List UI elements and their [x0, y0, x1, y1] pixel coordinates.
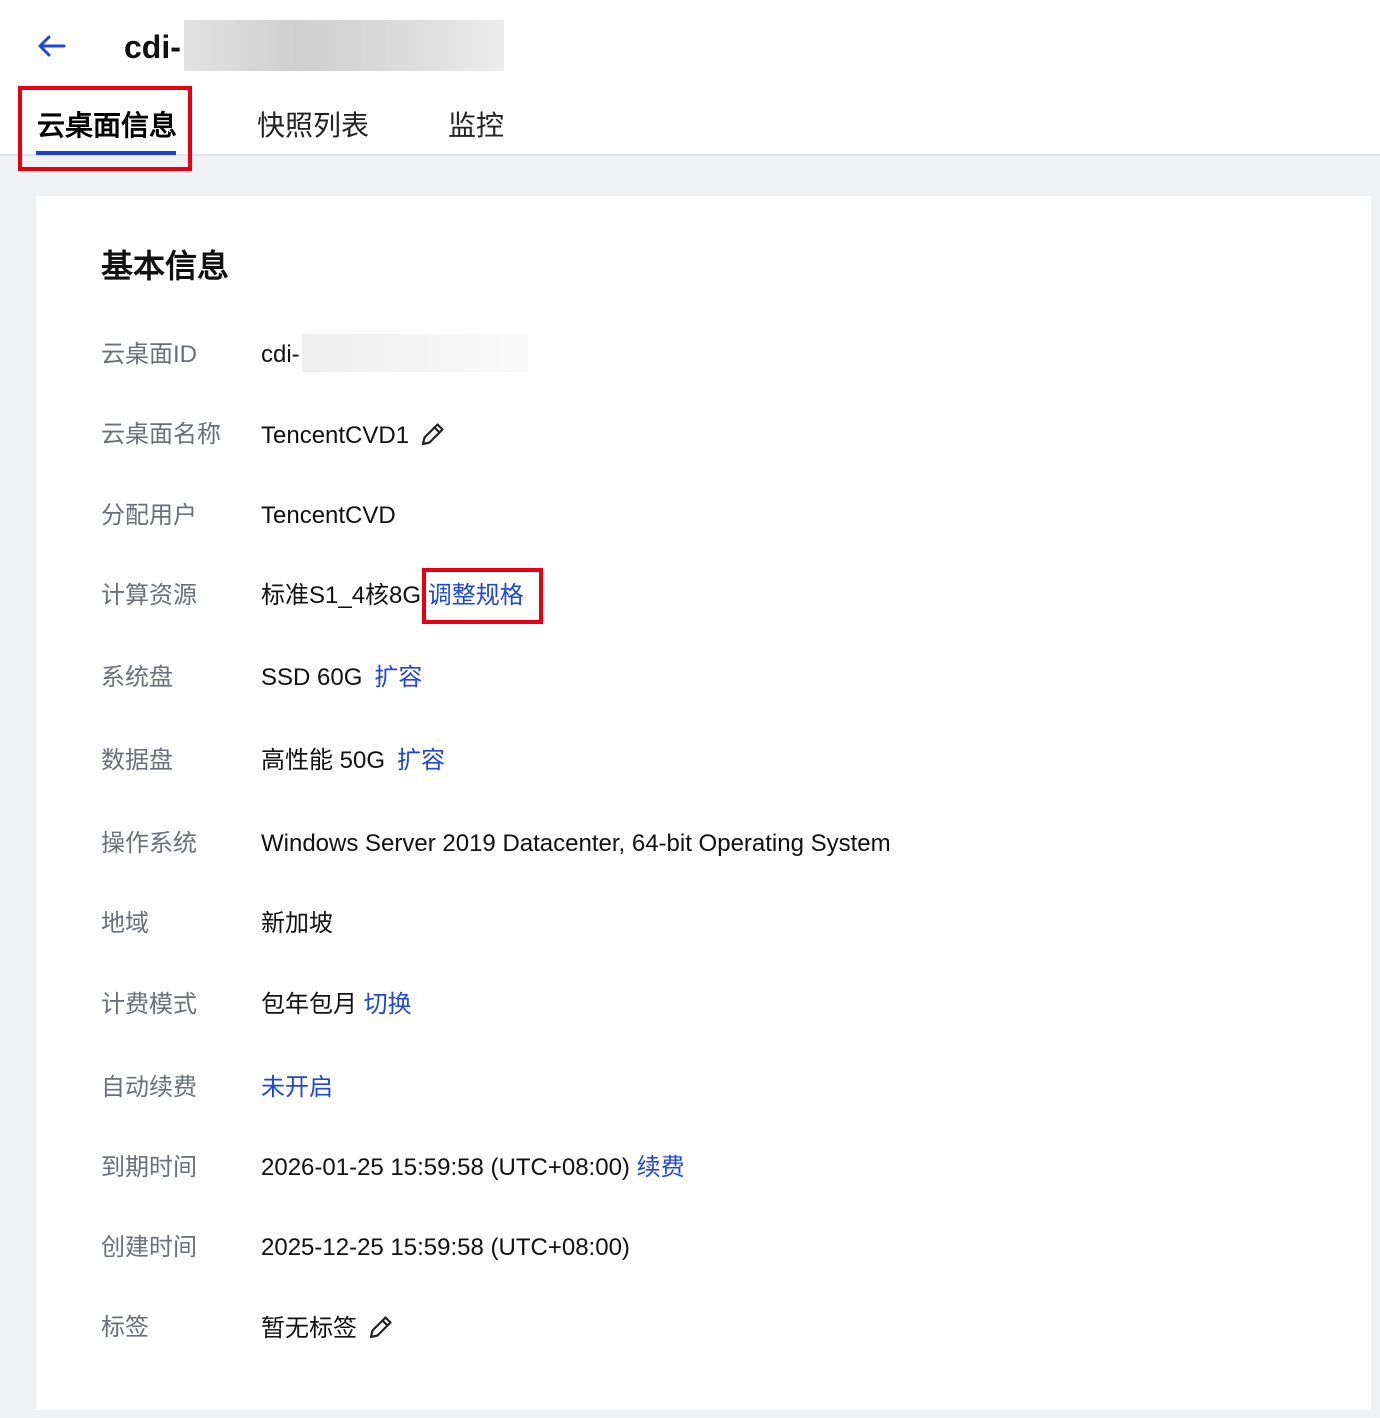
renew-link[interactable]: 续费: [637, 1154, 685, 1181]
tab-monitoring[interactable]: 监控: [448, 108, 504, 144]
back-arrow-icon[interactable]: [34, 30, 68, 62]
value-data-disk-row: 高性能 50G 扩容: [261, 746, 445, 776]
label-create-time: 创建时间: [101, 1234, 197, 1261]
value-system-disk: SSD 60G: [261, 664, 363, 691]
value-expire-time: 2026-01-25 15:59:58 (UTC+08:00): [261, 1154, 630, 1181]
tab-snapshot-list[interactable]: 快照列表: [257, 108, 369, 144]
label-auto-renew: 自动续费: [101, 1074, 197, 1101]
section-title: 基本信息: [101, 248, 230, 284]
label-expire-time: 到期时间: [101, 1154, 197, 1181]
redacted-title: [184, 20, 504, 71]
label-compute: 计算资源: [101, 582, 197, 609]
switch-billing-link[interactable]: 切换: [364, 991, 412, 1018]
value-billing-mode: 包年包月: [261, 991, 357, 1018]
highlight-box-tab: [18, 86, 192, 171]
label-region: 地域: [101, 910, 149, 937]
value-assigned-user: TencentCVD: [261, 502, 396, 529]
value-create-time: 2025-12-25 15:59:58 (UTC+08:00): [261, 1234, 630, 1261]
redacted-id: [302, 334, 528, 372]
value-billing-mode-row: 包年包月 切换: [261, 990, 412, 1020]
expand-system-disk-link[interactable]: 扩容: [374, 664, 422, 691]
value-expire-time-row: 2026-01-25 15:59:58 (UTC+08:00) 续费: [261, 1153, 685, 1183]
label-system-disk: 系统盘: [101, 664, 173, 691]
label-tags: 标签: [101, 1314, 149, 1341]
label-billing-mode: 计费模式: [101, 991, 197, 1018]
page-title: cdi-: [124, 29, 181, 65]
value-tags: 暂无标签: [261, 1315, 357, 1342]
top-bar: cdi- 云桌面信息 快照列表 监控: [0, 0, 1380, 156]
expand-data-disk-link[interactable]: 扩容: [397, 747, 445, 774]
value-tags-row: 暂无标签: [261, 1313, 395, 1344]
label-desktop-name: 云桌面名称: [101, 421, 221, 448]
value-os: Windows Server 2019 Datacenter, 64-bit O…: [261, 830, 891, 857]
value-desktop-name-row: TencentCVD1: [261, 420, 447, 451]
auto-renew-link[interactable]: 未开启: [261, 1074, 333, 1101]
pencil-icon[interactable]: [419, 420, 447, 448]
label-os: 操作系统: [101, 830, 197, 857]
value-desktop-id: cdi-: [261, 341, 300, 368]
pencil-icon[interactable]: [367, 1313, 395, 1341]
value-region: 新加坡: [261, 910, 333, 937]
label-assigned-user: 分配用户: [101, 502, 197, 529]
label-data-disk: 数据盘: [101, 747, 173, 774]
basic-info-card: [36, 196, 1371, 1410]
value-data-disk: 高性能 50G: [261, 747, 386, 774]
value-desktop-name: TencentCVD1: [261, 422, 410, 449]
value-system-disk-row: SSD 60G 扩容: [261, 663, 422, 693]
value-compute: 标准S1_4核8G: [261, 582, 422, 609]
label-desktop-id: 云桌面ID: [101, 341, 197, 368]
value-auto-renew-row: 未开启: [261, 1073, 333, 1103]
highlight-box-adjust-spec: [422, 568, 543, 624]
